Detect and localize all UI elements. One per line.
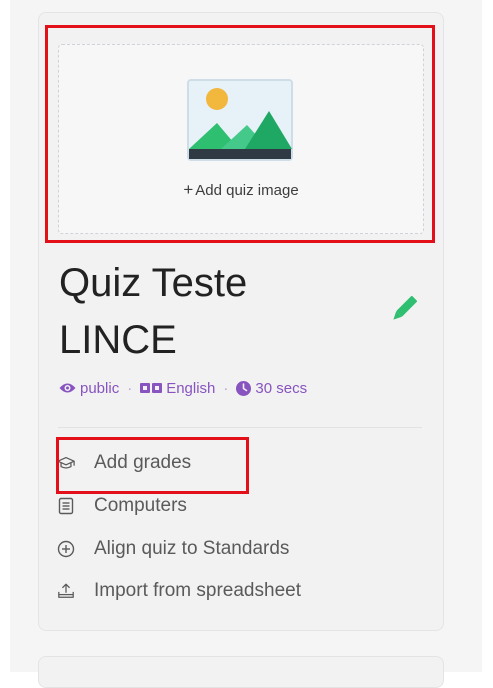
plus-circle-icon	[57, 540, 75, 558]
language-label: English	[166, 379, 216, 397]
import-spreadsheet-label: Import from spreadsheet	[94, 580, 301, 601]
add-grades-button[interactable]: Add grades	[57, 451, 191, 475]
add-grades-label: Add grades	[94, 452, 192, 473]
time-label: 30 secs	[255, 379, 308, 397]
graduation-cap-icon	[57, 454, 75, 472]
separator: ·	[223, 379, 229, 397]
clock-icon	[236, 380, 252, 396]
align-standards-label: Align quiz to Standards	[94, 538, 290, 559]
quiz-title: Quiz Teste LINCE	[59, 261, 248, 362]
add-quiz-image-label: Add quiz image	[195, 182, 299, 199]
divider	[58, 427, 422, 428]
upload-icon	[57, 582, 75, 600]
visibility-label: public	[80, 379, 120, 397]
time-button[interactable]: 30 secs	[236, 380, 307, 397]
plus-icon: +	[183, 180, 194, 199]
quiz-meta: public · English · 30 secs	[59, 377, 307, 399]
separator: ·	[127, 379, 133, 397]
add-quiz-image-button[interactable]: + Add quiz image	[0, 180, 482, 200]
align-standards-button[interactable]: Align quiz to Standards	[57, 537, 289, 561]
visibility-button[interactable]: public	[59, 380, 119, 397]
computers-label: Computers	[94, 495, 187, 516]
image-placeholder-icon	[187, 79, 293, 161]
language-icon	[140, 383, 163, 393]
language-button[interactable]: English	[140, 380, 215, 397]
import-spreadsheet-button[interactable]: Import from spreadsheet	[57, 579, 301, 603]
subject-computers-button[interactable]: Computers	[57, 494, 187, 518]
book-icon	[57, 497, 75, 515]
next-card	[38, 656, 444, 688]
edit-pencil-icon[interactable]	[387, 292, 421, 326]
eye-icon	[59, 383, 76, 393]
